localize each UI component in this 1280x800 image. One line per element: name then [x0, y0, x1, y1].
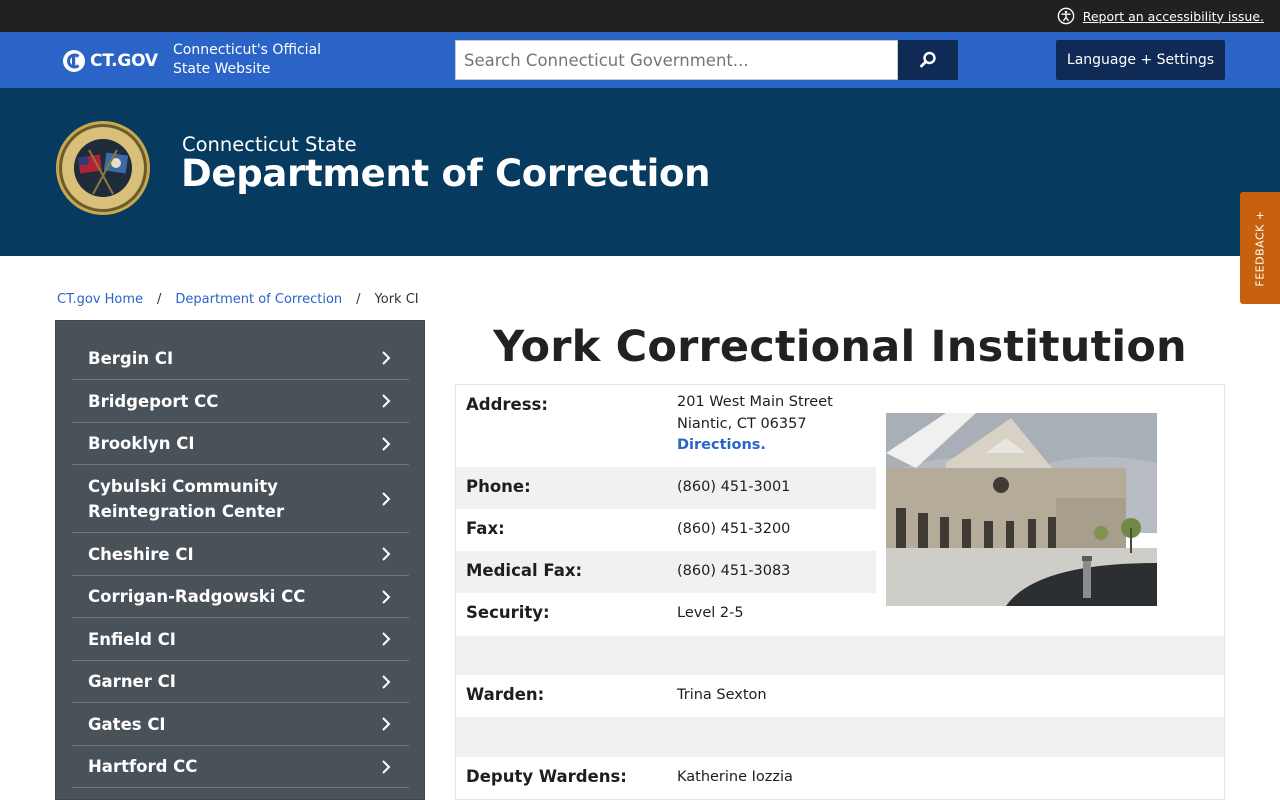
breadcrumb: CT.gov Home / Department of Correction /… — [57, 292, 419, 307]
search-input[interactable] — [455, 40, 898, 80]
security-label: Security: — [466, 603, 550, 622]
directions-link[interactable]: Directions. — [677, 435, 833, 457]
warden-row: Warden: Trina Sexton — [456, 675, 1224, 717]
sidebar-item-cybulski[interactable]: Cybulski Community Reintegration Center — [72, 465, 409, 533]
chevron-right-icon — [382, 351, 391, 365]
accessibility-report[interactable]: Report an accessibility issue. — [1057, 4, 1264, 28]
deputy-wardens-row: Deputy Wardens: Katherine Iozzia — [456, 757, 1224, 799]
facility-photo — [886, 413, 1157, 606]
sidebar-item-label: Cybulski Community Reintegration Center — [88, 476, 285, 521]
page-title: York Correctional Institution — [493, 322, 1187, 372]
address-row: Address: 201 West Main Street Niantic, C… — [456, 385, 876, 467]
language-settings-button[interactable]: Language + Settings — [1056, 40, 1225, 80]
chevron-right-icon — [382, 589, 391, 604]
search-button[interactable] — [898, 40, 958, 80]
feedback-tab[interactable]: FEEDBACK + — [1240, 192, 1280, 304]
fax-row: Fax: (860) 451-3200 — [456, 509, 876, 551]
spacer-row — [456, 717, 1224, 757]
official-line-1: Connecticut's Official — [173, 42, 322, 58]
accessibility-link[interactable]: Report an accessibility issue. — [1083, 9, 1264, 24]
address-value: 201 West Main Street Niantic, CT 06357 D… — [667, 385, 843, 467]
sidebar-item-hartford-cc[interactable]: Hartford CC — [72, 746, 409, 788]
sidebar-item-gates-ci[interactable]: Gates CI — [72, 703, 409, 746]
address-line-1: 201 West Main Street — [677, 394, 833, 410]
sidebar-item-label: Garner CI — [88, 672, 176, 691]
accessibility-icon — [1057, 7, 1075, 25]
security-value: Level 2-5 — [677, 605, 744, 621]
sidebar-item-bridgeport-cc[interactable]: Bridgeport CC — [72, 380, 409, 423]
sidebar-item-bergin-ci[interactable]: Bergin CI — [72, 337, 409, 380]
facility-list: Bergin CI Bridgeport CC Brooklyn CI Cybu… — [72, 337, 409, 788]
chevron-right-icon — [382, 717, 391, 731]
ct-logo-icon — [63, 50, 85, 72]
official-line-2: State Website — [173, 61, 271, 77]
sidebar-item-label: Brooklyn CI — [88, 434, 195, 453]
deputy-wardens-label: Deputy Wardens: — [466, 767, 627, 786]
ct-gov-wordmark: CT.GOV — [90, 51, 158, 71]
chevron-right-icon — [382, 759, 391, 774]
chevron-right-icon — [382, 436, 391, 451]
facility-sidebar: Bergin CI Bridgeport CC Brooklyn CI Cybu… — [55, 320, 425, 800]
ct-gov-logo[interactable]: CT.GOV — [62, 49, 158, 73]
warden-value: Trina Sexton — [677, 687, 767, 703]
breadcrumb-separator: / — [157, 292, 162, 307]
chevron-right-icon — [382, 491, 391, 506]
feedback-label: FEEDBACK + — [1253, 209, 1267, 287]
utility-bar: Report an accessibility issue. — [0, 0, 1280, 32]
medical-fax-value: (860) 451-3083 — [677, 563, 791, 579]
security-row: Security: Level 2-5 — [456, 593, 876, 635]
phone-row: Phone: (860) 451-3001 — [456, 467, 876, 509]
sidebar-item-label: Hartford CC — [88, 757, 198, 776]
fax-value: (860) 451-3200 — [677, 521, 791, 537]
warden-label: Warden: — [466, 685, 545, 704]
sidebar-item-label: Enfield CI — [88, 629, 176, 649]
sidebar-item-label: Bergin CI — [88, 348, 174, 368]
deputy-wardens-value: Katherine Iozzia — [677, 769, 793, 785]
sidebar-item-brooklyn-ci[interactable]: Brooklyn CI — [72, 423, 409, 465]
chevron-right-icon — [382, 632, 391, 646]
sidebar-item-enfield-ci[interactable]: Enfield CI — [72, 618, 409, 661]
chevron-right-icon — [382, 394, 391, 408]
search-form — [455, 40, 958, 80]
breadcrumb-department[interactable]: Department of Correction — [175, 292, 342, 307]
sidebar-item-garner-ci[interactable]: Garner CI — [72, 661, 409, 703]
phone-value[interactable]: (860) 451-3001 — [667, 467, 800, 509]
official-website-text: Connecticut's Official State Website — [173, 41, 373, 79]
doc-seal-logo[interactable] — [55, 120, 151, 216]
chevron-right-icon — [382, 674, 391, 689]
sidebar-item-label: Cheshire CI — [88, 544, 194, 564]
fax-label: Fax: — [466, 519, 505, 538]
facility-info-table: Address: 201 West Main Street Niantic, C… — [455, 384, 1225, 800]
breadcrumb-separator: / — [356, 292, 361, 307]
breadcrumb-home[interactable]: CT.gov Home — [57, 292, 143, 307]
address-line-2: Niantic, CT 06357 — [677, 415, 807, 432]
agency-header: Connecticut State Department of Correcti… — [0, 88, 1280, 256]
medical-fax-row: Medical Fax: (860) 451-3083 — [456, 551, 876, 593]
medical-fax-label: Medical Fax: — [466, 561, 583, 580]
spacer-row — [456, 636, 1224, 675]
agency-title[interactable]: Department of Correction — [181, 152, 710, 195]
sidebar-item-label: Corrigan-Radgowski CC — [88, 587, 306, 606]
search-icon — [920, 51, 936, 68]
breadcrumb-current: York CI — [374, 292, 419, 307]
sidebar-item-corrigan-radgowski-cc[interactable]: Corrigan-Radgowski CC — [72, 576, 409, 618]
address-label: Address: — [466, 395, 548, 414]
phone-label: Phone: — [466, 477, 531, 496]
state-header: CT.GOV Connecticut's Official State Webs… — [0, 32, 1280, 88]
chevron-right-icon — [382, 547, 391, 561]
sidebar-item-label: Bridgeport CC — [88, 391, 219, 411]
sidebar-item-label: Gates CI — [88, 714, 166, 734]
sidebar-item-cheshire-ci[interactable]: Cheshire CI — [72, 533, 409, 576]
